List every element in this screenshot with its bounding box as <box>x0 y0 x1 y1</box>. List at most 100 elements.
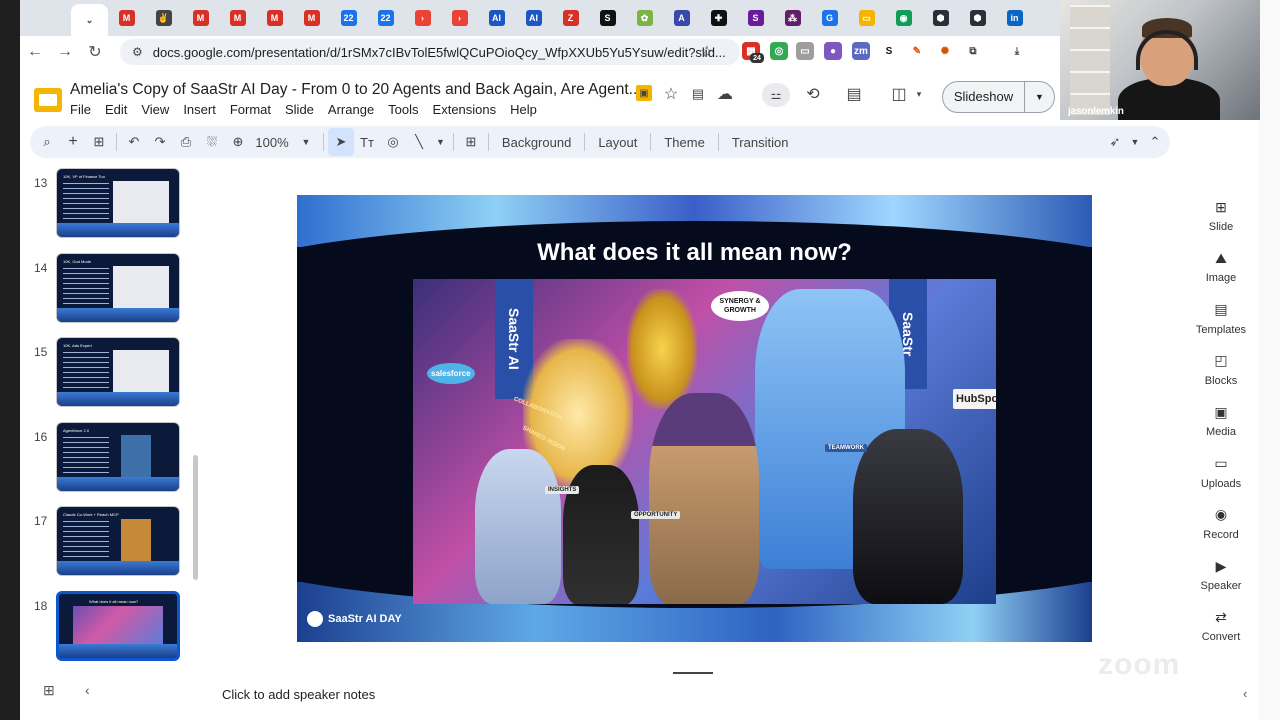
collapse-filmstrip-icon[interactable]: ‹ <box>85 682 90 698</box>
select-tool-icon[interactable]: ➤ <box>328 128 354 156</box>
slide-thumbnail[interactable]: Claude Co-Work + Reach MCP <box>56 506 180 576</box>
side-panel-uploads[interactable]: ▭ Uploads <box>1188 455 1254 490</box>
side-panel-record[interactable]: ◉ Record <box>1188 506 1254 541</box>
filmstrip-slide[interactable]: 16 Agentforce 2.0 <box>34 421 204 494</box>
slide-title[interactable]: What does it all mean now? <box>297 239 1092 267</box>
filmstrip-slide[interactable]: 13 10K, VP of Finance Too <box>34 168 204 240</box>
zm-extension-icon[interactable]: zm <box>852 42 870 60</box>
slide-thumbnail[interactable]: What does it all mean now? <box>56 590 180 661</box>
search-menus-icon[interactable]: ⌕ <box>34 128 60 156</box>
sparkle-extension-icon[interactable]: ✺ <box>936 42 954 60</box>
side-panel-blocks[interactable]: ◰ Blocks <box>1188 352 1254 387</box>
side-panel-image[interactable]: ⛰ Image <box>1188 249 1254 285</box>
download-icon[interactable]: ⤓ <box>1008 42 1026 60</box>
meet-icon[interactable]: ◫ <box>888 83 910 105</box>
menu-item[interactable]: File <box>70 102 91 117</box>
background-button[interactable]: Background <box>493 135 580 150</box>
move-folder-icon[interactable]: ▤ <box>687 83 709 105</box>
slideshow-button[interactable]: Slideshow ▼ <box>942 81 1055 113</box>
browser-tab[interactable] <box>34 4 71 32</box>
shape-icon[interactable]: ◎ <box>380 128 406 156</box>
slide-thumbnail[interactable]: 10K, God Mode <box>56 252 180 323</box>
slide-canvas[interactable]: What does it all mean now? SaaStr AI Saa… <box>297 195 1092 642</box>
new-slide-icon[interactable]: + <box>60 128 86 156</box>
gemini-assist-icon[interactable]: ⚍ <box>762 83 790 107</box>
browser-tab[interactable]: S <box>589 4 626 32</box>
menu-item[interactable]: Extensions <box>433 102 497 117</box>
browser-tab[interactable]: › <box>441 4 478 32</box>
layout-button[interactable]: Layout <box>589 135 646 150</box>
side-panel-templates[interactable]: ▤ Templates <box>1188 301 1254 336</box>
browser-tab[interactable]: ⁂ <box>774 4 811 32</box>
browser-tab[interactable]: AI <box>515 4 552 32</box>
browser-tab[interactable]: ✚ <box>700 4 737 32</box>
side-panel-collapse-icon[interactable]: ‹ <box>1243 686 1247 701</box>
comment-add-icon[interactable]: ⊞ <box>458 128 484 156</box>
redo-icon[interactable]: ↷ <box>147 128 173 156</box>
browser-tab[interactable]: 22 <box>367 4 404 32</box>
browser-tab[interactable]: ✌ <box>145 4 182 32</box>
browser-tab[interactable]: Z <box>552 4 589 32</box>
new-slide-layout-icon[interactable]: ⊞ <box>86 128 112 156</box>
browser-tab[interactable]: A <box>663 4 700 32</box>
browser-tab[interactable]: M <box>182 4 219 32</box>
browser-tab[interactable]: M <box>293 4 330 32</box>
browser-tab[interactable]: ◉ <box>885 4 922 32</box>
browser-tab[interactable]: AI <box>478 4 515 32</box>
document-title[interactable]: Amelia's Copy of SaaStr AI Day - From 0 … <box>70 81 642 99</box>
browser-tab[interactable]: G <box>811 4 848 32</box>
menu-item[interactable]: Tools <box>388 102 418 117</box>
menu-item[interactable]: Arrange <box>328 102 374 117</box>
line-icon[interactable]: ╲ <box>406 128 432 156</box>
bookmark-star-icon[interactable]: ☆ <box>692 37 722 67</box>
side-panel-slide[interactable]: ⊞ Slide <box>1188 198 1254 234</box>
address-bar[interactable]: ⚙ docs.google.com/presentation/d/1rSMx7c… <box>120 39 740 65</box>
puzzle-icon[interactable]: ⧉ <box>964 42 982 60</box>
browser-tab[interactable]: S <box>737 4 774 32</box>
filmstrip-slide[interactable]: 18 What does it all mean now? <box>34 590 204 663</box>
paint-format-icon[interactable]: ⛆ <box>199 128 225 156</box>
circle-extension-icon[interactable]: ● <box>824 42 842 60</box>
grid-view-icon[interactable]: ⊞ <box>43 682 55 699</box>
history-icon[interactable]: ⟲ <box>802 83 824 105</box>
slides-logo-icon[interactable] <box>34 88 62 112</box>
chatgpt-icon[interactable]: ◎ <box>770 42 788 60</box>
browser-tab[interactable]: ▭ <box>848 4 885 32</box>
browser-tab[interactable]: ✿ <box>626 4 663 32</box>
meet-dropdown-icon[interactable]: ▾ <box>908 83 930 105</box>
filmstrip-slide[interactable]: 14 10K, God Mode <box>34 252 204 325</box>
line-dropdown-icon[interactable]: ▼ <box>432 128 449 156</box>
slide-thumbnail[interactable]: Agentforce 2.0 <box>56 421 180 492</box>
menu-item[interactable]: Insert <box>183 102 216 117</box>
slide-thumbnail[interactable]: 10K, VP of Finance Too <box>56 168 180 238</box>
browser-tab[interactable]: 22 <box>330 4 367 32</box>
transition-button[interactable]: Transition <box>723 135 798 150</box>
menu-item[interactable]: View <box>141 102 169 117</box>
slide-thumbnail[interactable]: 10K, Ads Expert <box>56 337 180 407</box>
browser-tab[interactable]: M <box>256 4 293 32</box>
menu-item[interactable]: Edit <box>105 102 127 117</box>
browser-tab[interactable]: M <box>108 4 145 32</box>
zoom-level[interactable]: 100% <box>251 128 293 156</box>
undo-icon[interactable]: ↶ <box>121 128 147 156</box>
filmstrip-slide[interactable]: 15 10K, Ads Expert <box>34 337 204 409</box>
side-panel-convert[interactable]: ⇄ Convert <box>1188 608 1254 644</box>
side-panel-speaker[interactable]: ▶ Speaker <box>1188 557 1254 593</box>
comments-icon[interactable]: ▤ <box>843 83 865 105</box>
forward-icon[interactable]: → <box>50 37 80 67</box>
zoom-icon[interactable]: ⊕ <box>225 128 251 156</box>
collapse-toolbar-icon[interactable]: ⌃ <box>1142 128 1168 156</box>
pencil-extension-icon[interactable]: ✎ <box>908 42 926 60</box>
notes-resize-handle[interactable] <box>673 672 713 674</box>
drive-icon[interactable]: ▭ <box>796 42 814 60</box>
slideshow-dropdown-icon[interactable]: ▼ <box>1025 92 1054 102</box>
browser-tab[interactable]: in <box>996 4 1033 32</box>
back-icon[interactable]: ← <box>20 37 50 67</box>
side-panel-media[interactable]: ▣ Media <box>1188 403 1254 439</box>
browser-tab[interactable]: ⌄ <box>71 4 108 36</box>
filmstrip-scrollbar[interactable] <box>193 455 198 580</box>
site-info-icon[interactable]: ⚙ <box>132 45 143 59</box>
browser-tab[interactable]: ⬢ <box>959 4 996 32</box>
print-icon[interactable]: ⎙ <box>173 128 199 156</box>
star-icon[interactable]: ☆ <box>660 83 682 105</box>
